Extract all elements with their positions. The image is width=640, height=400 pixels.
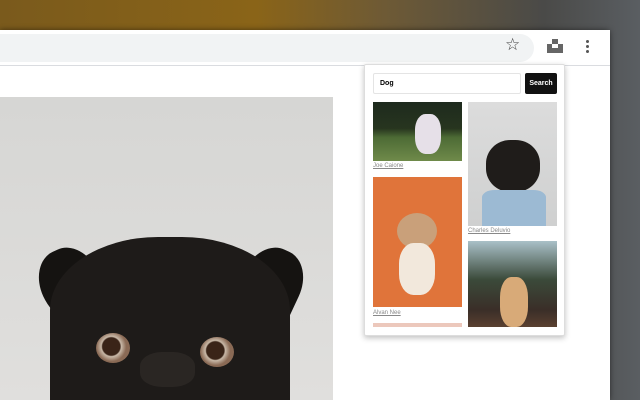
photo-partial[interactable] xyxy=(373,323,462,327)
photo-golden-puppy[interactable] xyxy=(468,241,557,327)
unsplash-extension-icon[interactable] xyxy=(547,39,563,53)
pug-eye xyxy=(200,337,234,367)
star-icon[interactable]: ☆ xyxy=(505,35,520,55)
pug-photo xyxy=(0,97,333,400)
photo-credit[interactable]: Joe Caione xyxy=(373,163,403,169)
browser-toolbar: ☆ xyxy=(0,30,610,66)
kebab-menu-icon[interactable] xyxy=(581,38,593,56)
image-search-popup: Search Joe Caione Charles Deluvio Alvan … xyxy=(364,64,565,336)
search-input[interactable] xyxy=(373,73,521,94)
photo-credit[interactable]: Alvan Nee xyxy=(373,310,401,316)
address-bar[interactable] xyxy=(0,34,534,62)
photo-corgi-puppy[interactable] xyxy=(373,177,462,307)
photo-white-puppy[interactable] xyxy=(373,102,462,161)
photo-credit[interactable]: Charles Deluvio xyxy=(468,228,510,234)
pug-muzzle xyxy=(140,352,195,387)
pug-eye xyxy=(96,333,130,363)
photo-pug-jacket[interactable] xyxy=(468,102,557,226)
search-button[interactable]: Search xyxy=(525,73,557,94)
